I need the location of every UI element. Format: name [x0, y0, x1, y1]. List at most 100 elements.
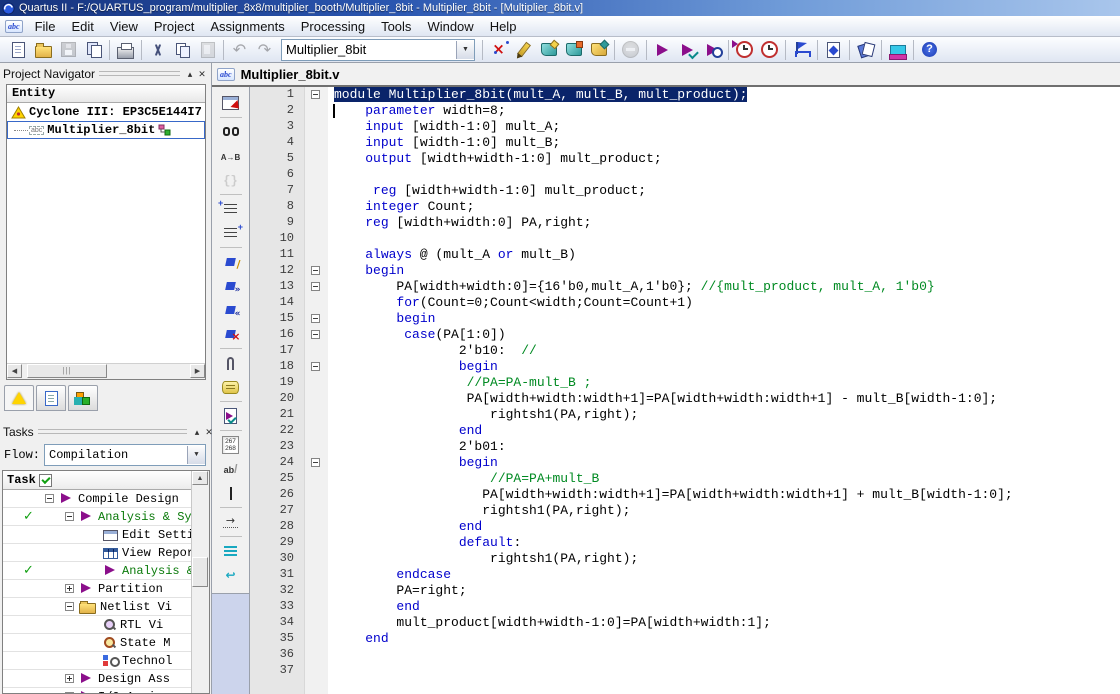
combo-dropdown-arrow-icon[interactable]: ▼	[456, 40, 474, 59]
code-line[interactable]: 30 rightsh1(PA,right);	[250, 551, 1120, 567]
menu-item[interactable]: File	[27, 18, 64, 35]
title-bar[interactable]: Quartus II - F:/QUARTUS_program/multipli…	[0, 0, 1120, 16]
fold-marker[interactable]	[304, 631, 328, 647]
fold-marker[interactable]	[304, 551, 328, 567]
fold-marker[interactable]	[304, 391, 328, 407]
code-editor[interactable]: 1 module Multiplier_8bit(mult_A, mult_B,…	[250, 87, 1120, 694]
decrease-indent-button[interactable]	[218, 221, 244, 245]
fold-marker[interactable]	[304, 151, 328, 167]
editor-tab-label[interactable]: Multiplier_8bit.v	[241, 67, 340, 82]
timequest-analyzer-button[interactable]	[757, 38, 782, 61]
fold-marker[interactable]	[304, 663, 328, 679]
fold-marker[interactable]	[304, 167, 328, 183]
code-line[interactable]: 17 2'b10: //	[250, 343, 1120, 359]
code-line[interactable]: 37	[250, 663, 1120, 679]
fold-marker[interactable]	[304, 295, 328, 311]
start-partition-merge-button[interactable]	[700, 38, 725, 61]
menu-item[interactable]: Assignments	[202, 18, 292, 35]
code-line[interactable]: 15 begin	[250, 311, 1120, 327]
clear-bookmarks-button[interactable]	[218, 322, 244, 346]
code-line[interactable]: 4 input [width-1:0] mult_B;	[250, 135, 1120, 151]
code-line[interactable]: 31 endcase	[250, 567, 1120, 583]
save-all-button[interactable]	[81, 38, 106, 61]
toggle-bookmark-button[interactable]	[218, 250, 244, 274]
fold-marker[interactable]	[304, 135, 328, 151]
fold-marker[interactable]	[304, 519, 328, 535]
code-line[interactable]: 7 reg [width+width-1:0] mult_product;	[250, 183, 1120, 199]
code-line[interactable]: 9 reg [width+width:0] PA,right;	[250, 215, 1120, 231]
scroll-left-icon[interactable]: ◀	[7, 364, 22, 378]
line-number-button[interactable]: 267 268	[218, 433, 244, 457]
tab-files[interactable]	[36, 385, 66, 411]
start-compilation-button[interactable]	[650, 38, 675, 61]
open-file-button[interactable]	[31, 38, 56, 61]
stop-processing-button[interactable]	[618, 38, 643, 61]
collapse-panel-icon[interactable]: ▴	[184, 69, 196, 80]
code-line[interactable]: 18 begin	[250, 359, 1120, 375]
code-line[interactable]: 29 default:	[250, 535, 1120, 551]
fold-marker[interactable]	[304, 487, 328, 503]
fold-marker[interactable]	[304, 279, 328, 295]
code-line[interactable]: 10	[250, 231, 1120, 247]
menu-item[interactable]: Window	[419, 18, 481, 35]
simulator-button[interactable]	[789, 38, 814, 61]
code-line[interactable]: 34 mult_product[width+width-1:0]=PA[widt…	[250, 615, 1120, 631]
code-line[interactable]: 8 integer Count;	[250, 199, 1120, 215]
code-line[interactable]: 36	[250, 647, 1120, 663]
collapse-panel-icon[interactable]: ▴	[191, 427, 203, 438]
code-line[interactable]: 13 PA[width+width:0]={16'b0,mult_A,1'b0}…	[250, 279, 1120, 295]
menu-item[interactable]: Project	[146, 18, 202, 35]
fold-marker[interactable]	[304, 311, 328, 327]
fold-marker[interactable]	[304, 231, 328, 247]
fold-marker[interactable]	[304, 647, 328, 663]
insert-template-button[interactable]	[218, 375, 244, 399]
navigator-horizontal-scrollbar[interactable]: ◀ ||| ▶	[7, 363, 205, 379]
tasks-header[interactable]: Tasks ▴ ✕	[0, 424, 218, 440]
fold-marker[interactable]	[304, 439, 328, 455]
settings-button[interactable]	[536, 38, 561, 61]
code-line[interactable]: 16 case(PA[1:0])	[250, 327, 1120, 343]
print-button[interactable]	[113, 38, 138, 61]
scrollbar-thumb[interactable]	[192, 557, 208, 587]
code-line[interactable]: 25 //PA=PA+mult_B	[250, 471, 1120, 487]
align-lines-button[interactable]	[218, 539, 244, 563]
programmer-button[interactable]	[885, 38, 910, 61]
tab-design-units[interactable]	[68, 385, 98, 411]
code-line[interactable]: 20 PA[width+width:width+1]=PA[width+widt…	[250, 391, 1120, 407]
menu-item[interactable]: Processing	[293, 18, 373, 35]
netlist-viewers-button[interactable]	[853, 38, 878, 61]
code-line[interactable]: 11 always @ (mult_A or mult_B)	[250, 247, 1120, 263]
paste-button[interactable]	[195, 38, 220, 61]
analyze-current-file-button[interactable]	[218, 404, 244, 428]
scroll-up-icon[interactable]: ▲	[192, 471, 208, 485]
pin-planner-button[interactable]	[511, 38, 536, 61]
entity-combo[interactable]: Multiplier_8bit ▼	[281, 38, 475, 61]
code-line[interactable]: 5 output [width+width-1:0] mult_product;	[250, 151, 1120, 167]
code-line[interactable]: 28 end	[250, 519, 1120, 535]
cut-button[interactable]	[145, 38, 170, 61]
fold-marker[interactable]	[304, 599, 328, 615]
code-line[interactable]: 1 module Multiplier_8bit(mult_A, mult_B,…	[250, 87, 1120, 103]
scroll-right-icon[interactable]: ▶	[190, 364, 205, 378]
previous-bookmark-button[interactable]	[218, 298, 244, 322]
fold-marker[interactable]	[304, 455, 328, 471]
code-line[interactable]: 6	[250, 167, 1120, 183]
fold-marker[interactable]	[304, 103, 328, 119]
menu-item[interactable]: Edit	[64, 18, 102, 35]
fold-marker[interactable]	[304, 343, 328, 359]
save-button[interactable]	[56, 38, 81, 61]
assignment-editor-button[interactable]: ×	[486, 38, 511, 61]
revert-format-button[interactable]: ↩	[218, 563, 244, 587]
show-whitespace-button[interactable]: →	[218, 510, 244, 534]
fold-marker[interactable]	[304, 423, 328, 439]
code-line[interactable]: 33 end	[250, 599, 1120, 615]
flow-combo[interactable]: Compilation ▼	[44, 444, 206, 466]
code-line[interactable]: 2 parameter width=8;	[250, 103, 1120, 119]
design-partitions-button[interactable]	[586, 38, 611, 61]
menu-item[interactable]: Help	[482, 18, 525, 35]
fold-marker[interactable]	[304, 407, 328, 423]
fold-marker[interactable]	[304, 183, 328, 199]
fold-marker[interactable]	[304, 87, 328, 103]
assignment-groups-button[interactable]	[561, 38, 586, 61]
match-brace-button[interactable]	[218, 168, 244, 192]
